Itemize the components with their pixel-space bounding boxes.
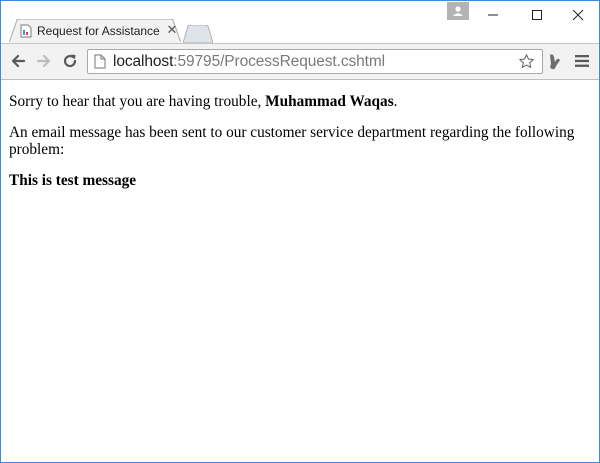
close-window-icon bbox=[572, 9, 584, 21]
address-bar[interactable]: localhost:59795/ProcessRequest.cshtml bbox=[87, 49, 543, 74]
maximize-icon bbox=[532, 10, 542, 20]
tab-request-for-assistance[interactable]: Request for Assistance ✕ bbox=[9, 19, 181, 43]
url-text[interactable]: localhost:59795/ProcessRequest.cshtml bbox=[113, 53, 385, 71]
browser-toolbar: localhost:59795/ProcessRequest.cshtml bbox=[1, 43, 599, 80]
close-window-button[interactable] bbox=[556, 1, 600, 29]
arrow-right-icon[interactable] bbox=[35, 52, 53, 70]
maximize-button[interactable] bbox=[515, 1, 559, 29]
new-tab-button[interactable] bbox=[183, 25, 213, 43]
user-name: Muhammad Waqas bbox=[265, 93, 394, 110]
arrow-left-icon[interactable] bbox=[9, 52, 27, 70]
notice-paragraph: An email message has been sent to our cu… bbox=[9, 124, 575, 158]
greeting-paragraph: Sorry to hear that you are having troubl… bbox=[9, 93, 589, 110]
star-icon[interactable] bbox=[518, 53, 535, 70]
extension-icon[interactable] bbox=[547, 53, 563, 71]
page-favicon-icon bbox=[20, 24, 32, 38]
greeting-prefix: Sorry to hear that you are having troubl… bbox=[9, 93, 266, 110]
close-icon[interactable]: ✕ bbox=[165, 23, 179, 37]
url-host: localhost bbox=[113, 53, 174, 70]
tab-strip: Request for Assistance ✕ bbox=[1, 1, 599, 43]
minimize-button[interactable] bbox=[471, 1, 515, 29]
page-icon bbox=[94, 54, 106, 69]
profile-icon bbox=[453, 6, 463, 16]
hamburger-menu-icon[interactable] bbox=[575, 55, 589, 67]
page-content: Sorry to hear that you are having troubl… bbox=[9, 93, 589, 203]
browser-window: Request for Assistance ✕ localhost:59795… bbox=[0, 0, 600, 463]
profile-button[interactable] bbox=[447, 2, 469, 20]
reload-icon[interactable] bbox=[61, 52, 79, 70]
url-path: :59795/ProcessRequest.cshtml bbox=[173, 53, 386, 70]
problem-message: This is test message bbox=[9, 172, 137, 189]
minimize-icon bbox=[488, 14, 498, 16]
greeting-suffix: . bbox=[393, 93, 398, 110]
tab-title: Request for Assistance bbox=[37, 24, 160, 38]
